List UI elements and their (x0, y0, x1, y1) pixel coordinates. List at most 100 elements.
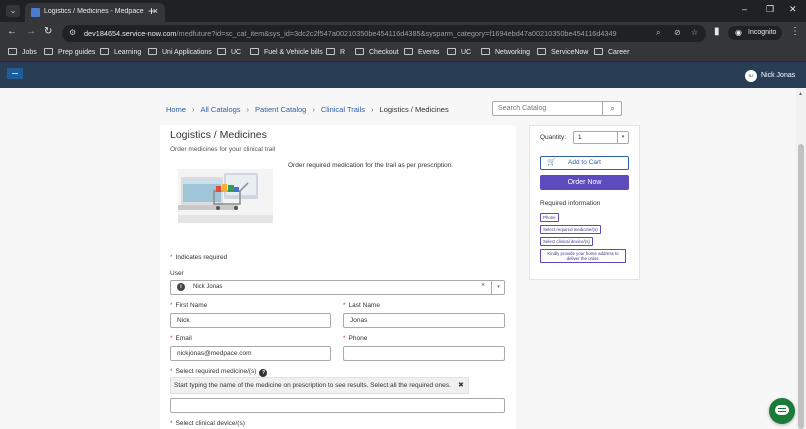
bookmark-fuel-vehicle-bills[interactable]: Fuel & Vehicle bills (250, 48, 323, 56)
breadcrumb: Home › All Catalogs › Patient Catalog › Clinic… (166, 105, 449, 114)
info-icon[interactable]: i (177, 283, 185, 291)
user-reference-field[interactable]: i Nick Jonas × ▾ (170, 280, 505, 295)
folder-icon (537, 48, 546, 55)
tracking-protection-icon[interactable]: ⊘ (674, 28, 681, 37)
side-panel-icon[interactable]: ▮ (714, 26, 720, 37)
item-subtitle: Order medicines for your clinical trail (170, 146, 276, 153)
phone-field[interactable] (343, 346, 505, 361)
scrollbar-thumb[interactable] (798, 144, 804, 429)
bookmark-networking[interactable]: Networking (481, 48, 530, 56)
item-description: Order required medication for the trail … (288, 162, 454, 169)
portal-logo[interactable]: ▬▬ (7, 68, 23, 79)
order-panel: Quantity: 1 ▾ 🛒 Add to Cart Order Now Re… (529, 125, 640, 280)
bookmark-prep-guides[interactable]: Prep guides (44, 48, 95, 56)
zoom-icon[interactable]: ⌕ (656, 28, 660, 38)
chevron-down-icon[interactable]: ▾ (491, 281, 505, 294)
bookmark-servicenow[interactable]: ServiceNow (537, 48, 588, 56)
minimize-icon[interactable]: – (742, 4, 747, 14)
breadcrumb-all-catalogs[interactable]: All Catalogs (201, 105, 241, 114)
order-now-button[interactable]: Order Now (540, 175, 629, 190)
medicine-instruction: Start typing the name of the medicine on… (170, 377, 469, 394)
required-star-icon: * (170, 335, 173, 342)
folder-icon (44, 48, 53, 55)
catalog-item-form: Logistics / Medicines Order medicines fo… (160, 125, 516, 429)
user-menu[interactable]: Nick Jonas (761, 72, 795, 79)
incognito-label: Incognito (748, 29, 777, 36)
folder-icon (148, 48, 157, 55)
required-star-icon: * (170, 368, 173, 375)
browser-tab-strip: ⌄ Logistics / Medicines - Medpace × + – … (0, 0, 806, 22)
address-bar[interactable]: ⚙ dev184654.service-now.com/medfuture?id… (62, 25, 706, 42)
forward-icon[interactable]: → (26, 26, 36, 37)
folder-icon (8, 48, 17, 55)
help-icon[interactable]: ? (259, 369, 268, 377)
browser-tab[interactable]: Logistics / Medicines - Medpace × (25, 3, 165, 22)
breadcrumb-separator-icon: › (246, 105, 250, 114)
required-chip-phone[interactable]: Phone (540, 213, 559, 222)
browser-toolbar: ← → ↻ ⚙ dev184654.service-now.com/medfut… (0, 22, 806, 44)
breadcrumb-separator-icon: › (371, 105, 374, 114)
first-name-label: * First Name (170, 302, 208, 309)
clear-icon[interactable]: × (481, 282, 485, 289)
tab-title: Logistics / Medicines - Medpace (44, 8, 144, 15)
breadcrumb-separator-icon: › (312, 105, 315, 114)
first-name-field[interactable]: Nick (170, 313, 331, 328)
folder-icon (250, 48, 259, 55)
email-field[interactable]: nickjonas@medpace.com (170, 346, 331, 361)
last-name-field[interactable]: Jonas (343, 313, 505, 328)
bookmark-uni-applications[interactable]: Uni Applications (148, 48, 212, 56)
device-label: * Select clinical device/(s) (170, 420, 245, 427)
avatar[interactable]: NJ (745, 70, 757, 82)
restore-icon[interactable]: ❐ (766, 4, 774, 15)
search-input[interactable] (493, 102, 601, 115)
chevron-down-icon: ▾ (617, 132, 628, 143)
bookmark-checkout[interactable]: Checkout (355, 48, 399, 56)
folder-icon (355, 48, 364, 55)
url-text[interactable]: dev184654.service-now.com/medfuture?id=s… (84, 29, 617, 38)
quantity-select[interactable]: 1 ▾ (573, 131, 629, 144)
window-close-icon[interactable]: ✕ (789, 4, 797, 15)
page-title: Logistics / Medicines (170, 129, 267, 141)
bookmark-events[interactable]: Events (404, 48, 439, 56)
incognito-badge[interactable]: ◉ Incognito (728, 26, 783, 40)
bookmark-star-icon[interactable]: ☆ (691, 28, 698, 37)
chat-icon (775, 405, 789, 415)
quantity-label: Quantity: (540, 134, 567, 141)
folder-icon (594, 48, 603, 55)
medicine-label: * Select required medicine/(s)? (170, 368, 268, 377)
breadcrumb-clinical-trails[interactable]: Clinical Trails (321, 105, 365, 114)
catalog-search: ⌕ (492, 101, 622, 116)
favicon-icon (31, 8, 40, 17)
bookmark-jobs[interactable]: Jobs (8, 48, 37, 56)
folder-icon (100, 48, 109, 55)
required-star-icon: * (343, 335, 346, 342)
page-scrollbar[interactable]: ▲ (796, 88, 806, 429)
bookmark-uc[interactable]: UC (217, 48, 241, 56)
tab-search-button[interactable]: ⌄ (6, 5, 20, 17)
bookmark-uc-2[interactable]: UC (447, 48, 471, 56)
breadcrumb-home[interactable]: Home (166, 105, 186, 114)
close-icon[interactable]: ✖ (458, 378, 464, 393)
chat-button[interactable] (769, 398, 795, 424)
required-chip-medicine[interactable]: Select required medicine/(s) (540, 225, 601, 234)
breadcrumb-patient-catalog[interactable]: Patient Catalog (255, 105, 306, 114)
new-tab-button[interactable]: + (148, 4, 155, 18)
required-chip-address[interactable]: Kindly provide your home address to deli… (540, 249, 626, 263)
breadcrumb-current: Logistics / Medicines (379, 105, 449, 114)
required-chip-device[interactable]: Select clinical device/(s) (540, 237, 593, 246)
shopping-cart-laptop-image (178, 169, 273, 223)
bookmark-r[interactable]: R (326, 48, 345, 56)
bookmark-learning[interactable]: Learning (100, 48, 141, 56)
site-info-icon[interactable]: ⚙ (69, 28, 76, 37)
scroll-up-icon[interactable]: ▲ (798, 91, 803, 97)
bookmark-career[interactable]: Career (594, 48, 629, 56)
search-button[interactable]: ⌕ (602, 102, 622, 115)
last-name-label: * Last Name (343, 302, 380, 309)
add-to-cart-button[interactable]: 🛒 Add to Cart (540, 156, 629, 170)
incognito-icon: ◉ (735, 28, 742, 37)
reload-icon[interactable]: ↻ (44, 26, 52, 37)
user-field-value: Nick Jonas (193, 284, 223, 290)
back-icon[interactable]: ← (7, 26, 17, 37)
browser-menu-icon[interactable]: ⋮ (790, 26, 800, 37)
medicine-search-field[interactable] (170, 398, 505, 413)
